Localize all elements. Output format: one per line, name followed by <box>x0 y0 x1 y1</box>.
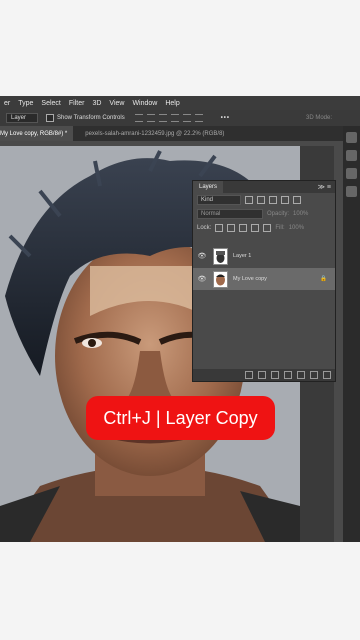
layer-row[interactable]: 👁 Layer 1 <box>193 245 335 267</box>
mode-3d-label: 3D Mode: <box>305 115 332 121</box>
lock-row: Lock: Fill: 100% <box>193 221 335 235</box>
layer-thumbnail <box>213 270 228 288</box>
menu-item-3d[interactable]: 3D <box>88 100 105 107</box>
filter-pixel-icon[interactable] <box>245 196 253 204</box>
layer-style-icon[interactable] <box>258 371 266 379</box>
blend-mode-dropdown[interactable]: Normal <box>197 209 263 219</box>
layer-lock-icon: 🔒 <box>320 276 327 282</box>
layer-row-selected[interactable]: 👁 My Love copy 🔒 <box>193 268 335 290</box>
options-bar: Layer Show Transform Controls ••• 3D Mod… <box>0 110 360 126</box>
lock-paint-icon[interactable] <box>227 224 236 232</box>
layer-thumbnail <box>213 247 228 265</box>
auto-select-dropdown[interactable]: Layer <box>6 113 38 123</box>
checkbox-icon <box>46 114 54 122</box>
adjustment-layer-icon[interactable] <box>284 371 292 379</box>
kind-filter-dropdown[interactable]: Kind <box>197 195 241 205</box>
align-left-icon[interactable] <box>134 114 143 122</box>
properties-icon[interactable] <box>346 150 357 161</box>
tab-inactive-document[interactable]: pexels-salah-amrani-1232459.jpg @ 22.2% … <box>73 131 224 137</box>
align-top-icon[interactable] <box>170 114 179 122</box>
panel-menu-icon[interactable]: ≫ ≡ <box>318 183 331 191</box>
align-right-icon[interactable] <box>158 114 167 122</box>
add-mask-icon[interactable] <box>271 371 279 379</box>
lock-all-icon[interactable] <box>263 224 272 232</box>
menu-item-layer[interactable]: er <box>0 100 14 107</box>
lock-transparency-icon[interactable] <box>215 224 224 232</box>
layers-panel-footer <box>193 369 335 381</box>
adjustments-icon[interactable] <box>346 168 357 179</box>
layer-name[interactable]: Layer 1 <box>233 253 251 259</box>
more-options-icon[interactable]: ••• <box>221 115 230 121</box>
align-middle-icon[interactable] <box>182 114 191 122</box>
lock-position-icon[interactable] <box>239 224 248 232</box>
shortcut-caption: Ctrl+J | Layer Copy <box>86 396 275 440</box>
new-group-icon[interactable] <box>297 371 305 379</box>
menu-item-view[interactable]: View <box>105 100 128 107</box>
photoshop-window: er Type Select Filter 3D View Window Hel… <box>0 96 360 542</box>
menu-item-select[interactable]: Select <box>37 100 64 107</box>
filter-shape-icon[interactable] <box>281 196 289 204</box>
new-layer-icon[interactable] <box>310 371 318 379</box>
fill-label: Fill: <box>275 225 285 231</box>
menu-item-help[interactable]: Help <box>161 100 183 107</box>
tools-icon[interactable] <box>346 132 357 143</box>
opacity-value[interactable]: 100% <box>293 211 308 217</box>
filter-adjustment-icon[interactable] <box>257 196 265 204</box>
layers-panel-header: Layers ≫ ≡ <box>193 181 335 193</box>
fill-value[interactable]: 100% <box>289 225 304 231</box>
menu-item-window[interactable]: Window <box>128 100 161 107</box>
align-buttons[interactable] <box>134 114 203 122</box>
visibility-eye-icon[interactable]: 👁 <box>197 252 207 260</box>
tab-active-document[interactable]: My Love copy, RGB/8#) * <box>0 126 74 141</box>
top-margin <box>0 0 360 96</box>
link-layers-icon[interactable] <box>245 371 253 379</box>
blend-row: Normal Opacity: 100% <box>193 207 335 221</box>
layers-icon[interactable] <box>346 186 357 197</box>
filter-type-icon[interactable] <box>269 196 277 204</box>
opacity-label: Opacity: <box>267 211 290 217</box>
show-transform-label: Show Transform Controls <box>57 115 125 121</box>
layers-panel: Layers ≫ ≡ Kind Normal Opacity: 100% Loc… <box>192 180 336 382</box>
video-frame: er Type Select Filter 3D View Window Hel… <box>0 0 360 640</box>
align-center-icon[interactable] <box>146 114 155 122</box>
lock-label: Lock: <box>197 225 212 231</box>
document-tabs: My Love copy, RGB/8#) * pexels-salah-amr… <box>0 126 360 141</box>
filter-smart-object-icon[interactable] <box>293 196 301 204</box>
delete-layer-icon[interactable] <box>323 371 331 379</box>
menu-item-filter[interactable]: Filter <box>65 100 89 107</box>
filter-row: Kind <box>193 193 335 207</box>
layer-name[interactable]: My Love copy <box>233 276 267 282</box>
layers-panel-title[interactable]: Layers <box>193 181 224 193</box>
bottom-margin <box>0 542 360 640</box>
lock-artboard-icon[interactable] <box>251 224 260 232</box>
align-bottom-icon[interactable] <box>194 114 203 122</box>
menu-bar: er Type Select Filter 3D View Window Hel… <box>0 96 360 110</box>
menu-item-type[interactable]: Type <box>14 100 37 107</box>
visibility-eye-icon[interactable]: 👁 <box>197 275 207 283</box>
show-transform-checkbox[interactable]: Show Transform Controls <box>46 114 125 122</box>
right-tool-strip <box>343 126 360 542</box>
